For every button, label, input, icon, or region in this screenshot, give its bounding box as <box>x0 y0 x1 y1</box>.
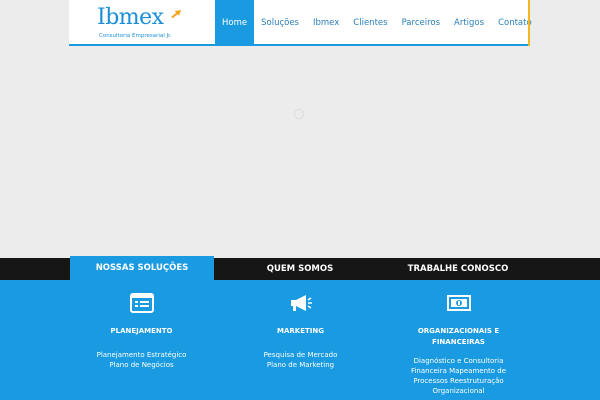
solution-title: PLANEJAMENTO <box>110 327 173 335</box>
solution-line[interactable]: Pesquisa de Mercado <box>234 350 367 360</box>
solution-line[interactable]: Diagnóstico e Consultoria <box>392 356 525 366</box>
money-icon <box>446 295 471 311</box>
solutions-panel: PLANEJAMENTO Planejamento Estratégico Pl… <box>0 280 600 400</box>
ibmex-logo[interactable]: Ibmex Consultoria Empresarial Jr. <box>97 5 187 41</box>
solution-title-line: FINANCEIRAS <box>432 338 485 346</box>
logo-wordmark: Ibmex <box>97 5 164 30</box>
nav-item-solucoes[interactable]: Soluções <box>254 0 306 46</box>
calendar-icon <box>129 293 154 313</box>
logo-subtitle: Consultoria Empresarial Jr. <box>99 33 172 39</box>
nav-item-ibmex[interactable]: Ibmex <box>306 0 346 46</box>
nav-item-home[interactable]: Home <box>215 0 255 46</box>
site-header: Ibmex Consultoria Empresarial Jr. Home S… <box>69 0 532 46</box>
arrow-up-right-icon <box>171 10 181 18</box>
main-nav: Home Soluções Ibmex Clientes Parceiros A… <box>215 0 539 46</box>
solution-line[interactable]: Plano de Negócios <box>75 360 208 370</box>
solution-line[interactable]: Planejamento Estratégico <box>75 350 208 360</box>
solution-description: Planejamento Estratégico Plano de Negóci… <box>69 350 214 370</box>
solution-line[interactable]: Organizacional <box>392 386 525 396</box>
nav-item-parceiros[interactable]: Parceiros <box>395 0 447 46</box>
hero-slider <box>0 48 600 258</box>
tab-nossas-solucoes[interactable]: NOSSAS SOLUÇÕES <box>70 256 214 280</box>
solution-title: ORGANIZACIONAIS E FINANCEIRAS <box>386 326 531 348</box>
solution-description: Pesquisa de Mercado Plano de Marketing <box>228 350 373 370</box>
solution-title-line: ORGANIZACIONAIS E <box>417 327 500 335</box>
megaphone-icon <box>290 295 312 311</box>
nav-item-clientes[interactable]: Clientes <box>346 0 394 46</box>
section-tabs: NOSSAS SOLUÇÕES QUEM SOMOS TRABALHE CONO… <box>0 256 600 280</box>
solution-organizacionais-financeiras: ORGANIZACIONAIS E FINANCEIRAS Diagnóstic… <box>386 280 531 396</box>
tab-trabalhe-conosco[interactable]: TRABALHE CONOSCO <box>386 258 530 280</box>
nav-item-contato[interactable]: Contato <box>491 0 539 46</box>
loading-spinner-icon <box>294 109 304 119</box>
solution-line[interactable]: Processos Reestruturação <box>392 376 525 386</box>
solution-title: MARKETING <box>277 327 324 335</box>
tab-quem-somos[interactable]: QUEM SOMOS <box>228 258 372 280</box>
solution-planejamento: PLANEJAMENTO Planejamento Estratégico Pl… <box>69 280 214 370</box>
solution-line[interactable]: Plano de Marketing <box>234 360 367 370</box>
solution-line[interactable]: Financeira Mapeamento de <box>392 366 525 376</box>
nav-item-artigos[interactable]: Artigos <box>447 0 491 46</box>
solution-marketing: MARKETING Pesquisa de Mercado Plano de M… <box>228 280 373 370</box>
solution-description: Diagnóstico e Consultoria Financeira Map… <box>386 356 531 396</box>
